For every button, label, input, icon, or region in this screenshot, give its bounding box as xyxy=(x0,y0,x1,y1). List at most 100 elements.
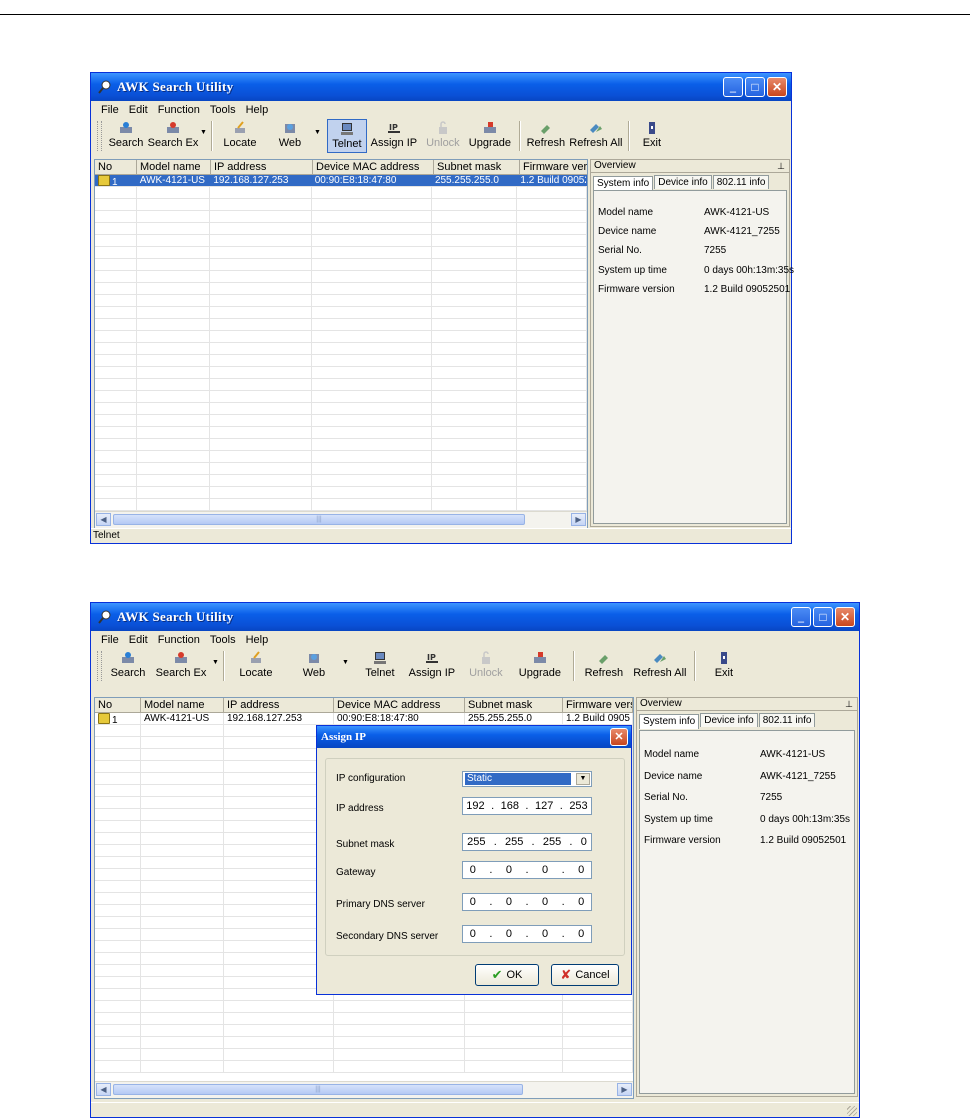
menu-file[interactable]: File xyxy=(101,634,119,646)
menu-help[interactable]: Help xyxy=(246,634,269,646)
title-bar[interactable]: AWK Search Utility _ □ ✕ xyxy=(91,603,859,631)
web-button[interactable]: Web xyxy=(284,649,344,683)
empty-cell xyxy=(210,271,312,282)
exit-button[interactable]: Exit xyxy=(699,649,749,683)
col-mac-address[interactable]: Device MAC address xyxy=(334,698,465,712)
col-firmware[interactable]: Firmware versio xyxy=(520,160,587,174)
upgrade-button[interactable]: Upgrade xyxy=(465,119,515,153)
subnet-mask-field[interactable]: 255. 255. 255. 0 xyxy=(462,833,592,851)
empty-cell xyxy=(95,833,141,844)
menu-function[interactable]: Function xyxy=(158,104,200,116)
search-ex-dropdown-icon[interactable]: ▼ xyxy=(212,659,219,666)
scroll-thumb[interactable]: ||| xyxy=(113,1084,523,1095)
gateway-field[interactable]: 0. 0. 0. 0 xyxy=(462,861,592,879)
refresh-button[interactable]: Refresh xyxy=(524,119,568,153)
unlock-button[interactable]: Unlock xyxy=(461,649,511,683)
secondary-dns-field[interactable]: 0. 0. 0. 0 xyxy=(462,925,592,943)
minimize-button[interactable]: _ xyxy=(723,77,743,97)
col-model-name[interactable]: Model name xyxy=(141,698,224,712)
search-ex-button[interactable]: Search Ex xyxy=(148,649,214,683)
unlock-button[interactable]: Unlock xyxy=(421,119,465,153)
maximize-button[interactable]: □ xyxy=(745,77,765,97)
col-subnet-mask[interactable]: Subnet mask xyxy=(465,698,563,712)
scroll-thumb[interactable]: ||| xyxy=(113,514,525,525)
toolbar-grip[interactable] xyxy=(97,651,102,681)
menu-edit[interactable]: Edit xyxy=(129,104,148,116)
menu-edit[interactable]: Edit xyxy=(129,634,148,646)
assign-ip-button[interactable]: IP Assign IP xyxy=(403,649,461,683)
close-button[interactable]: ✕ xyxy=(767,77,787,97)
tab-device-info[interactable]: Device info xyxy=(654,175,712,189)
ip-address-field[interactable]: 192. 168. 127. 253 xyxy=(462,797,592,815)
empty-cell xyxy=(141,725,224,736)
tab-device-info[interactable]: Device info xyxy=(700,713,758,727)
empty-cell xyxy=(432,199,518,210)
scroll-right-icon[interactable]: ▶ xyxy=(571,513,586,526)
search-ex-button[interactable]: Search Ex xyxy=(144,119,202,153)
scroll-left-icon[interactable]: ◀ xyxy=(96,1083,111,1096)
minimize-button[interactable]: _ xyxy=(791,607,811,627)
refresh-all-icon xyxy=(653,654,666,663)
telnet-button[interactable]: Telnet xyxy=(326,119,367,153)
overview-header: Overview ⊥ xyxy=(637,698,857,711)
maximize-button[interactable]: □ xyxy=(813,607,833,627)
exit-button[interactable]: Exit xyxy=(633,119,671,153)
dialog-close-button[interactable]: ✕ xyxy=(610,728,628,746)
menu-tools[interactable]: Tools xyxy=(210,634,236,646)
col-ip-address[interactable]: IP address xyxy=(224,698,334,712)
web-dropdown-icon[interactable]: ▼ xyxy=(314,129,321,136)
scroll-left-icon[interactable]: ◀ xyxy=(96,513,111,526)
assign-ip-button[interactable]: IP Assign IP xyxy=(367,119,421,153)
refresh-button[interactable]: Refresh xyxy=(578,649,630,683)
col-subnet-mask[interactable]: Subnet mask xyxy=(434,160,520,174)
web-button[interactable]: Web xyxy=(264,119,316,153)
close-button[interactable]: ✕ xyxy=(835,607,855,627)
empty-table-row xyxy=(95,307,587,319)
locate-button[interactable]: Locate xyxy=(216,119,264,153)
empty-cell xyxy=(95,355,137,366)
menu-file[interactable]: File xyxy=(101,104,119,116)
col-model-name[interactable]: Model name xyxy=(137,160,211,174)
col-mac-address[interactable]: Device MAC address xyxy=(313,160,434,174)
empty-cell xyxy=(334,1037,465,1048)
resize-grip-icon[interactable] xyxy=(847,1106,857,1116)
menu-tools[interactable]: Tools xyxy=(210,104,236,116)
tab-80211-info[interactable]: 802.11 info xyxy=(758,713,816,727)
col-no[interactable]: No xyxy=(95,160,137,174)
table-row[interactable]: 1 AWK-4121-US 192.168.127.253 00:90:E8:1… xyxy=(95,175,587,187)
pin-icon[interactable]: ⊥ xyxy=(777,160,785,172)
locate-button[interactable]: Locate xyxy=(228,649,284,683)
table-row[interactable]: 1 AWK-4121-US 192.168.127.253 00:90:E8:1… xyxy=(95,713,633,725)
empty-cell xyxy=(95,391,137,402)
empty-cell xyxy=(141,869,224,880)
tab-system-info[interactable]: System info xyxy=(593,176,654,191)
dialog-title-bar[interactable]: Assign IP ✕ xyxy=(317,726,631,748)
pin-icon[interactable]: ⊥ xyxy=(845,698,853,710)
col-no[interactable]: No xyxy=(95,698,141,712)
web-dropdown-icon[interactable]: ▼ xyxy=(342,659,349,666)
telnet-button[interactable]: Telnet xyxy=(357,649,403,683)
menu-help[interactable]: Help xyxy=(246,104,269,116)
chevron-down-icon[interactable]: ▼ xyxy=(576,773,590,785)
horizontal-scrollbar[interactable]: ◀ ||| ▶ xyxy=(95,511,587,528)
refresh-all-button[interactable]: Refresh All xyxy=(630,649,690,683)
primary-dns-field[interactable]: 0. 0. 0. 0 xyxy=(462,893,592,911)
cancel-button[interactable]: ✘ Cancel xyxy=(551,964,619,986)
col-firmware[interactable]: Firmware versio xyxy=(563,698,633,712)
tab-system-info[interactable]: System info xyxy=(639,714,700,729)
title-bar[interactable]: AWK Search Utility _ □ ✕ xyxy=(91,73,791,101)
ok-button[interactable]: ✔ OK xyxy=(475,964,539,986)
search-button[interactable]: Search xyxy=(108,119,144,153)
refresh-all-button[interactable]: Refresh All xyxy=(568,119,624,153)
col-ip-address[interactable]: IP address xyxy=(211,160,313,174)
scroll-right-icon[interactable]: ▶ xyxy=(617,1083,632,1096)
search-button[interactable]: Search xyxy=(108,649,148,683)
info-label-model: Model name xyxy=(598,207,654,218)
ip-configuration-select[interactable]: Static ▼ xyxy=(462,771,592,787)
tab-80211-info[interactable]: 802.11 info xyxy=(712,175,770,189)
search-ex-dropdown-icon[interactable]: ▼ xyxy=(200,129,207,136)
menu-function[interactable]: Function xyxy=(158,634,200,646)
upgrade-button[interactable]: Upgrade xyxy=(511,649,569,683)
horizontal-scrollbar[interactable]: ◀ ||| ▶ xyxy=(95,1081,633,1098)
toolbar-grip[interactable] xyxy=(97,121,102,151)
